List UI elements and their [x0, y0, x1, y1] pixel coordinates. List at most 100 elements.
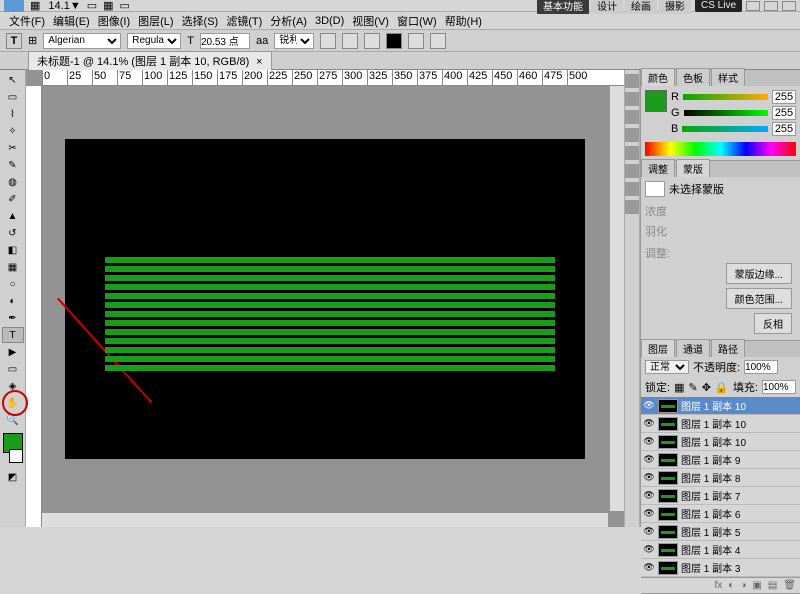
workspace-switcher[interactable]: 基本功能 设计 绘画 摄影 [537, 0, 691, 14]
layer-thumb[interactable] [658, 399, 678, 413]
lasso-tool[interactable]: ⌇ [2, 106, 24, 122]
menu-view[interactable]: 视图(V) [349, 12, 392, 30]
dodge-tool[interactable]: ◐ [2, 293, 24, 309]
warp-text-button[interactable] [408, 33, 424, 49]
visibility-icon[interactable]: 👁 [643, 490, 655, 502]
layer-row[interactable]: 👁图层 1 副本 9 [641, 451, 800, 469]
mask-thumb[interactable] [645, 181, 665, 197]
stamp-tool[interactable]: ▲ [2, 208, 24, 224]
menu-help[interactable]: 帮助(H) [442, 12, 485, 30]
font-size-input[interactable] [200, 33, 250, 49]
close-document-icon[interactable]: × [256, 56, 262, 68]
layer-thumb[interactable] [658, 453, 678, 467]
close-button[interactable] [782, 1, 796, 11]
char-panel-button[interactable] [430, 33, 446, 49]
layer-row[interactable]: 👁图层 1 副本 8 [641, 469, 800, 487]
menu-edit[interactable]: 编辑(E) [50, 12, 93, 30]
menu-window[interactable]: 窗口(W) [394, 12, 440, 30]
zoom-display[interactable]: 14.1 [48, 0, 69, 12]
color-range-button[interactable]: 颜色范围... [726, 288, 792, 309]
tab-adjust[interactable]: 调整 [641, 159, 675, 177]
path-select-tool[interactable]: ▶ [2, 344, 24, 360]
visibility-icon[interactable]: 👁 [643, 526, 655, 538]
lock-trans-icon[interactable]: ▦ [674, 381, 684, 394]
bridge-icon[interactable]: ▦ [30, 0, 40, 12]
layer-row[interactable]: 👁图层 1 副本 3 [641, 559, 800, 577]
view-icon[interactable]: ▭ [87, 0, 97, 12]
para-panel-icon[interactable] [625, 164, 639, 178]
document-tab[interactable]: 未标题-1 @ 14.1% (图层 1 副本 10, RGB/8) × [28, 51, 272, 71]
scrollbar-vertical[interactable] [610, 86, 624, 511]
3d-tool[interactable]: ◈ [2, 378, 24, 394]
hand-tool[interactable]: ✋ [2, 395, 24, 411]
menu-analysis[interactable]: 分析(A) [267, 12, 310, 30]
tab-mask[interactable]: 蒙版 [676, 159, 710, 177]
align-center-button[interactable] [342, 33, 358, 49]
layer-row[interactable]: 👁图层 1 副本 4 [641, 541, 800, 559]
actions-panel-icon[interactable] [625, 92, 639, 106]
visibility-icon[interactable]: 👁 [643, 508, 655, 520]
history-panel-icon[interactable] [625, 74, 639, 88]
marquee-tool[interactable]: ▭ [2, 89, 24, 105]
menu-layer[interactable]: 图层(L) [135, 12, 176, 30]
layer-row[interactable]: 👁图层 1 副本 6 [641, 505, 800, 523]
menu-select[interactable]: 选择(S) [179, 12, 222, 30]
nav-panel-icon[interactable] [625, 182, 639, 196]
history-brush-tool[interactable]: ↺ [2, 225, 24, 241]
fill-input[interactable] [762, 380, 796, 394]
orientation-icon[interactable]: ⊞ [28, 34, 37, 47]
tab-channels[interactable]: 通道 [676, 339, 710, 357]
lock-pixel-icon[interactable]: ✎ [688, 381, 697, 394]
screen-icon[interactable]: ▭ [120, 0, 130, 12]
layer-thumb[interactable] [658, 417, 678, 431]
info-panel-icon[interactable] [625, 200, 639, 214]
eyedropper-tool[interactable]: ✎ [2, 157, 24, 173]
cslive-button[interactable]: CS Live [695, 0, 742, 12]
menu-filter[interactable]: 滤镜(T) [223, 12, 265, 30]
tab-color[interactable]: 颜色 [641, 68, 675, 86]
invert-button[interactable]: 反相 [754, 313, 792, 334]
zoom-tool[interactable]: 🔍 [2, 412, 24, 428]
blend-mode-select[interactable]: 正常 [645, 360, 689, 374]
brush-panel-icon[interactable] [625, 110, 639, 124]
mask-icon[interactable]: ◐ [728, 580, 734, 591]
value-r[interactable]: 255 [772, 90, 796, 104]
tab-paths[interactable]: 路径 [711, 339, 745, 357]
value-b[interactable]: 255 [772, 122, 796, 136]
aa-select[interactable]: 锐利 [274, 33, 314, 49]
workspace-tab-basic[interactable]: 基本功能 [537, 0, 589, 14]
layer-row[interactable]: 👁图层 1 副本 10 [641, 415, 800, 433]
heal-tool[interactable]: ◍ [2, 174, 24, 190]
visibility-icon[interactable]: 👁 [643, 472, 655, 484]
eraser-tool[interactable]: ◧ [2, 242, 24, 258]
color-swatch[interactable] [645, 90, 667, 112]
visibility-icon[interactable]: 👁 [643, 400, 655, 412]
visibility-icon[interactable]: 👁 [643, 436, 655, 448]
workspace-tab-photo[interactable]: 摄影 [659, 0, 691, 14]
move-tool[interactable]: ↖ [2, 72, 24, 88]
layer-thumb[interactable] [658, 489, 678, 503]
quickmask-tool[interactable]: ◩ [2, 469, 24, 485]
type-tool[interactable]: T [2, 327, 24, 343]
visibility-icon[interactable]: 👁 [643, 454, 655, 466]
minimize-button[interactable] [746, 1, 760, 11]
layer-thumb[interactable] [658, 507, 678, 521]
pen-tool[interactable]: ✒ [2, 310, 24, 326]
group-icon[interactable]: ▣ [752, 580, 761, 591]
workspace-tab-design[interactable]: 设计 [591, 0, 623, 14]
gradient-tool[interactable]: ▦ [2, 259, 24, 275]
layer-row[interactable]: 👁图层 1 副本 10 [641, 397, 800, 415]
menu-image[interactable]: 图像(I) [95, 12, 133, 30]
workspace-tab-paint[interactable]: 绘画 [625, 0, 657, 14]
slider-b[interactable] [682, 126, 768, 132]
align-left-button[interactable] [320, 33, 336, 49]
wand-tool[interactable]: ✧ [2, 123, 24, 139]
layer-thumb[interactable] [658, 471, 678, 485]
menu-3d[interactable]: 3D(D) [312, 14, 347, 28]
tab-swatches[interactable]: 色板 [676, 68, 710, 86]
font-style-select[interactable]: Regular [127, 33, 181, 49]
slider-g[interactable] [684, 110, 768, 116]
brush-tool[interactable]: ✐ [2, 191, 24, 207]
maximize-button[interactable] [764, 1, 778, 11]
arrange-icon[interactable]: ▦ [103, 0, 113, 12]
